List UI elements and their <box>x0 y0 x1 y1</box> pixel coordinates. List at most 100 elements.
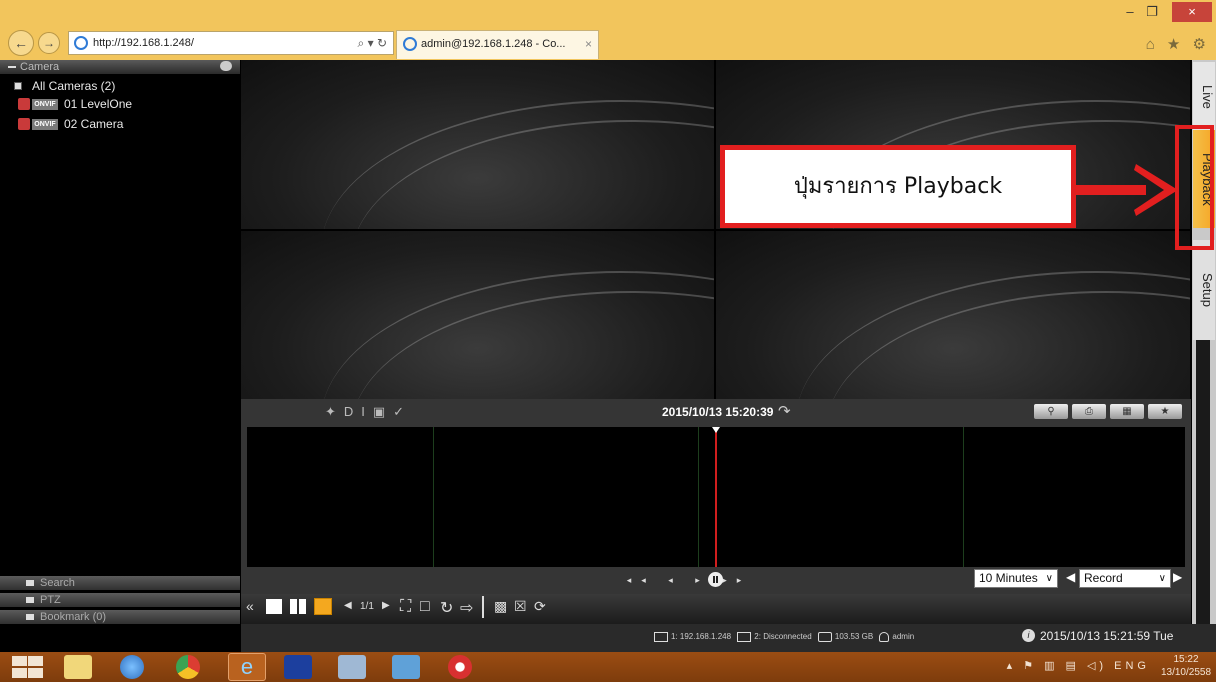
address-url: http://192.168.1.248/ <box>93 37 194 49</box>
prev-page-icon[interactable]: ◀ <box>344 600 352 616</box>
section-icon <box>26 597 34 603</box>
side-strip <box>1196 340 1210 624</box>
annotation-arrow-icon <box>1076 164 1178 216</box>
annotation-callout: ปุ่มรายการ Playback <box>720 145 1076 228</box>
onvif-icon: ONVIF <box>32 119 58 130</box>
forward-button[interactable]: → <box>38 32 60 54</box>
goto-arrow-icon[interactable]: ↷ <box>778 402 800 420</box>
language-indicator[interactable]: ENG <box>1114 660 1150 672</box>
video-tile[interactable] <box>716 231 1190 399</box>
fullscreen-icon[interactable]: ⛶ <box>400 598 411 615</box>
tree-all-cameras[interactable]: All Cameras (2) <box>14 77 115 95</box>
search-section-bar[interactable]: Search <box>0 576 240 590</box>
clock-time: 15:22 <box>1173 654 1199 665</box>
control-panel-icon[interactable] <box>392 655 420 679</box>
user-icon <box>879 631 890 642</box>
export-icon[interactable]: ⇨ <box>460 598 473 617</box>
video-tile[interactable] <box>241 60 714 229</box>
disk-space: 103.53 GB <box>834 632 874 641</box>
playback-controls[interactable]: ◂◂ ◂ ▸ ▸▸ <box>604 573 774 587</box>
monitor-icon[interactable]: □ <box>420 598 430 615</box>
search-icon[interactable]: ⚲ <box>1034 404 1068 419</box>
system-tray[interactable]: ▴ ⚑ ▥ ▤ ◁) ENG <box>1000 656 1150 676</box>
camera-header[interactable]: Camera <box>0 60 240 74</box>
collapse-panel-button[interactable]: « <box>246 598 254 614</box>
time-range-select[interactable]: 10 Minutes ∨ <box>974 569 1058 588</box>
webcam-app-icon[interactable] <box>120 655 144 679</box>
layout-1-icon[interactable] <box>266 599 282 614</box>
all-cameras-label: All Cameras (2) <box>32 79 116 93</box>
camera-item[interactable]: ONVIF 02 Camera <box>18 115 123 133</box>
rec-icon <box>18 118 30 130</box>
onvif-icon: ONVIF <box>32 99 58 110</box>
internet-explorer-icon[interactable]: e <box>228 653 266 681</box>
expand-icon <box>14 82 22 90</box>
minimize-button[interactable]: – <box>1120 2 1140 22</box>
snapshot-icon[interactable]: ▩ <box>494 598 507 614</box>
page-indicator: 1/1 <box>360 601 374 612</box>
section-icon <box>26 580 34 586</box>
chevron-down-icon: ∨ <box>1045 573 1053 584</box>
clock-date: 13/10/2558 <box>1160 667 1212 678</box>
bookmark-section-bar[interactable]: Bookmark (0) <box>0 610 240 624</box>
time-range-value: 10 Minutes <box>979 571 1038 585</box>
tab-title: admin@192.168.1.248 - Co... <box>421 38 566 50</box>
paint-app-icon[interactable] <box>338 655 366 679</box>
timeline-cursor[interactable] <box>715 427 717 567</box>
collapse-icon <box>8 66 16 68</box>
monitor-disconnected-icon <box>737 631 752 642</box>
windows-start-icon[interactable] <box>10 656 44 678</box>
file-explorer-icon[interactable] <box>64 655 92 679</box>
layout-toolbar: « ◀ 1/1 ▶ ⛶ □ ↻ ⇨ ▩ ☒ ⟳ <box>246 596 646 618</box>
prev-type-icon[interactable]: ◀ <box>1066 570 1075 584</box>
tab-close-button[interactable]: × <box>585 31 592 57</box>
next-type-icon[interactable]: ▶ <box>1173 570 1182 584</box>
record-app-icon[interactable] <box>448 655 472 679</box>
chevron-down-icon: ∨ <box>1158 573 1166 584</box>
timeline-cursor-marker[interactable] <box>712 427 720 433</box>
server1-status: 1: 192.168.1.248 <box>671 632 732 641</box>
next-page-icon[interactable]: ▶ <box>382 600 390 616</box>
save-icon[interactable]: ▦ <box>1110 404 1144 419</box>
section-icon <box>26 614 34 620</box>
playback-highlight-box <box>1175 125 1214 250</box>
address-bar[interactable]: http://192.168.1.248/ ⌕ ▾ ↻ <box>68 31 394 55</box>
network-app-icon[interactable] <box>284 655 312 679</box>
bookmark-label: Bookmark (0) <box>40 611 107 623</box>
record-type-select[interactable]: Record ∨ <box>1079 569 1171 588</box>
video-tile[interactable] <box>241 231 714 399</box>
maximize-button[interactable]: ❐ <box>1142 2 1162 22</box>
camera-header-label: Camera <box>20 61 60 73</box>
current-datetime: 2015/10/13 15:21:59 Tue <box>1040 629 1174 643</box>
tab-live[interactable]: Live <box>1193 62 1215 132</box>
bookmark-pin-icon[interactable]: ★ <box>1148 404 1182 419</box>
connection-status: 1: 192.168.1.248 2: Disconnected 103.53 … <box>650 628 914 646</box>
layout-2-icon[interactable] <box>290 599 306 614</box>
camera-label: 01 LevelOne <box>64 97 133 111</box>
reconnect-icon[interactable]: ⟳ <box>534 598 546 614</box>
disk-icon <box>817 631 832 642</box>
chat-icon[interactable] <box>220 61 232 71</box>
rec-icon <box>18 98 30 110</box>
ptz-section-bar[interactable]: PTZ <box>0 593 240 607</box>
info-icon: i <box>1022 629 1035 642</box>
home-favorites-tools-icons[interactable]: ⌂ ★ ⚙ <box>1140 35 1210 55</box>
close-view-icon[interactable]: ☒ <box>514 598 527 614</box>
pause-button[interactable] <box>708 572 723 587</box>
taskbar-clock[interactable]: 15:22 13/10/2558 <box>1158 653 1214 681</box>
browser-tab[interactable]: admin@192.168.1.248 - Co... × <box>396 30 599 59</box>
tab-setup[interactable]: Setup <box>1193 240 1215 340</box>
close-window-button[interactable]: × <box>1172 2 1212 22</box>
layout-4-icon[interactable] <box>314 598 332 615</box>
event-filter-icons[interactable]: ✦DI▣✓ <box>325 404 455 422</box>
search-refresh-icons[interactable]: ⌕ ▾ ↻ <box>358 32 387 54</box>
refresh-icon[interactable]: ↻ <box>440 598 453 617</box>
server2-status: 2: Disconnected <box>754 632 812 641</box>
print-icon[interactable]: ⎙ <box>1072 404 1106 419</box>
timeline-datetime: 2015/10/13 15:20:39 <box>662 405 774 419</box>
camera-panel <box>0 60 240 624</box>
camera-item[interactable]: ONVIF 01 LevelOne <box>18 95 132 113</box>
chrome-icon[interactable] <box>176 655 200 679</box>
camera-label: 02 Camera <box>64 117 124 131</box>
back-button[interactable]: ← <box>8 30 34 56</box>
